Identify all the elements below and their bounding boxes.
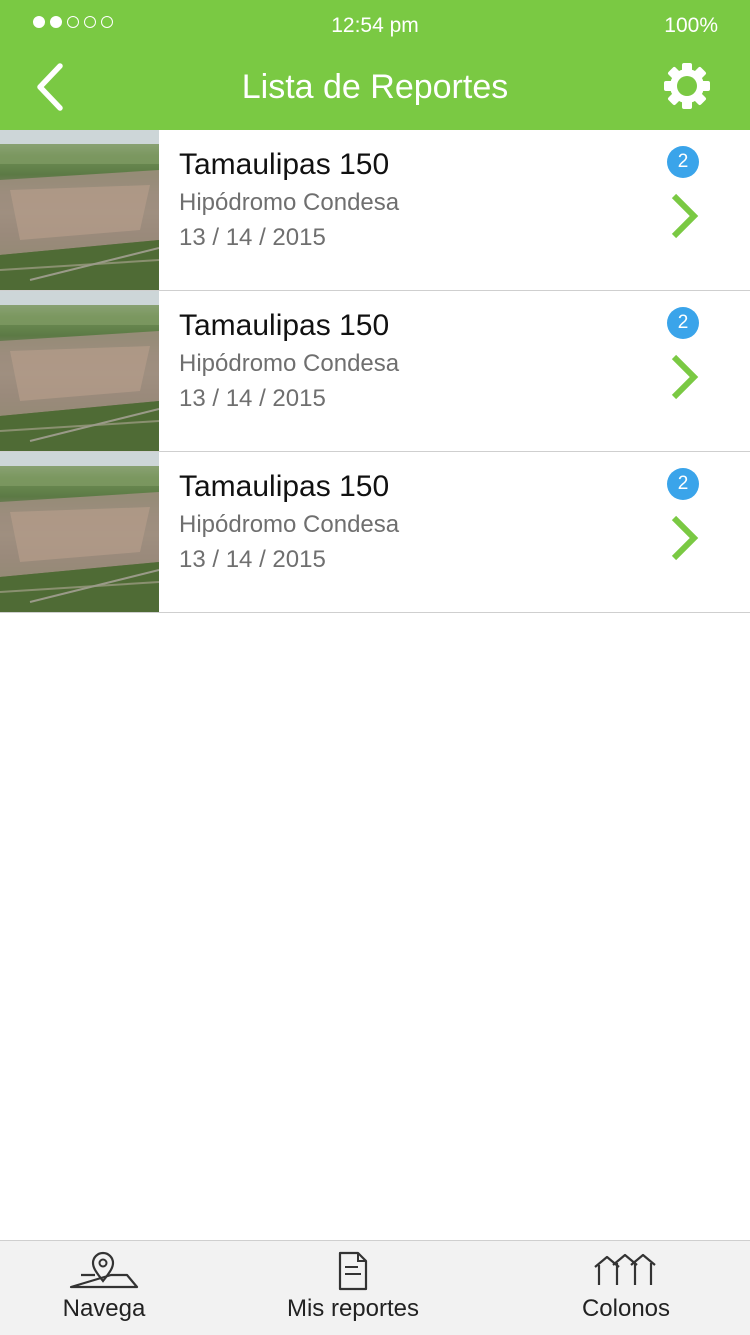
chevron-right-icon [671, 354, 699, 400]
report-subtitle: Hipódromo Condesa [179, 189, 400, 216]
gear-icon [664, 63, 710, 109]
settings-button[interactable] [662, 61, 712, 111]
tab-bar: Navega Mis reportes Colonos [0, 1240, 750, 1335]
reports-list: Tamaulipas 150 Hipódromo Condesa 13 / 14… [0, 130, 750, 613]
list-item[interactable]: Tamaulipas 150 Hipódromo Condesa 13 / 14… [0, 130, 750, 291]
tab-colonos[interactable]: Colonos [576, 1241, 676, 1335]
page-title: Lista de Reportes [241, 68, 509, 106]
report-thumbnail [0, 291, 159, 451]
report-date: 13 / 14 / 2015 [179, 385, 326, 412]
report-thumbnail [0, 452, 159, 612]
tab-label: Navega [62, 1295, 146, 1322]
tab-label: Colonos [581, 1295, 671, 1322]
houses-icon [594, 1253, 656, 1285]
tab-mis-reportes[interactable]: Mis reportes [276, 1241, 430, 1335]
tab-navega[interactable]: Navega [54, 1241, 154, 1335]
chevron-right-icon [671, 515, 699, 561]
chevron-right-icon [671, 193, 699, 239]
count-badge: 2 [667, 468, 699, 500]
document-icon [338, 1251, 368, 1291]
report-date: 13 / 14 / 2015 [179, 224, 326, 251]
header-bar: 12:54 pm 100% Lista de Reportes [0, 0, 750, 130]
report-subtitle: Hipódromo Condesa [179, 350, 400, 377]
count-badge: 2 [667, 146, 699, 178]
report-subtitle: Hipódromo Condesa [179, 511, 400, 538]
report-title: Tamaulipas 150 [179, 470, 390, 503]
status-battery: 100% [664, 14, 718, 37]
report-title: Tamaulipas 150 [179, 309, 390, 342]
report-date: 13 / 14 / 2015 [179, 546, 326, 573]
map-pin-icon [69, 1251, 139, 1289]
status-time: 12:54 pm [331, 14, 419, 37]
report-title: Tamaulipas 150 [179, 148, 390, 181]
list-item[interactable]: Tamaulipas 150 Hipódromo Condesa 13 / 14… [0, 452, 750, 613]
list-item[interactable]: Tamaulipas 150 Hipódromo Condesa 13 / 14… [0, 291, 750, 452]
report-thumbnail [0, 130, 159, 290]
tab-label: Mis reportes [286, 1295, 420, 1322]
count-badge: 2 [667, 307, 699, 339]
